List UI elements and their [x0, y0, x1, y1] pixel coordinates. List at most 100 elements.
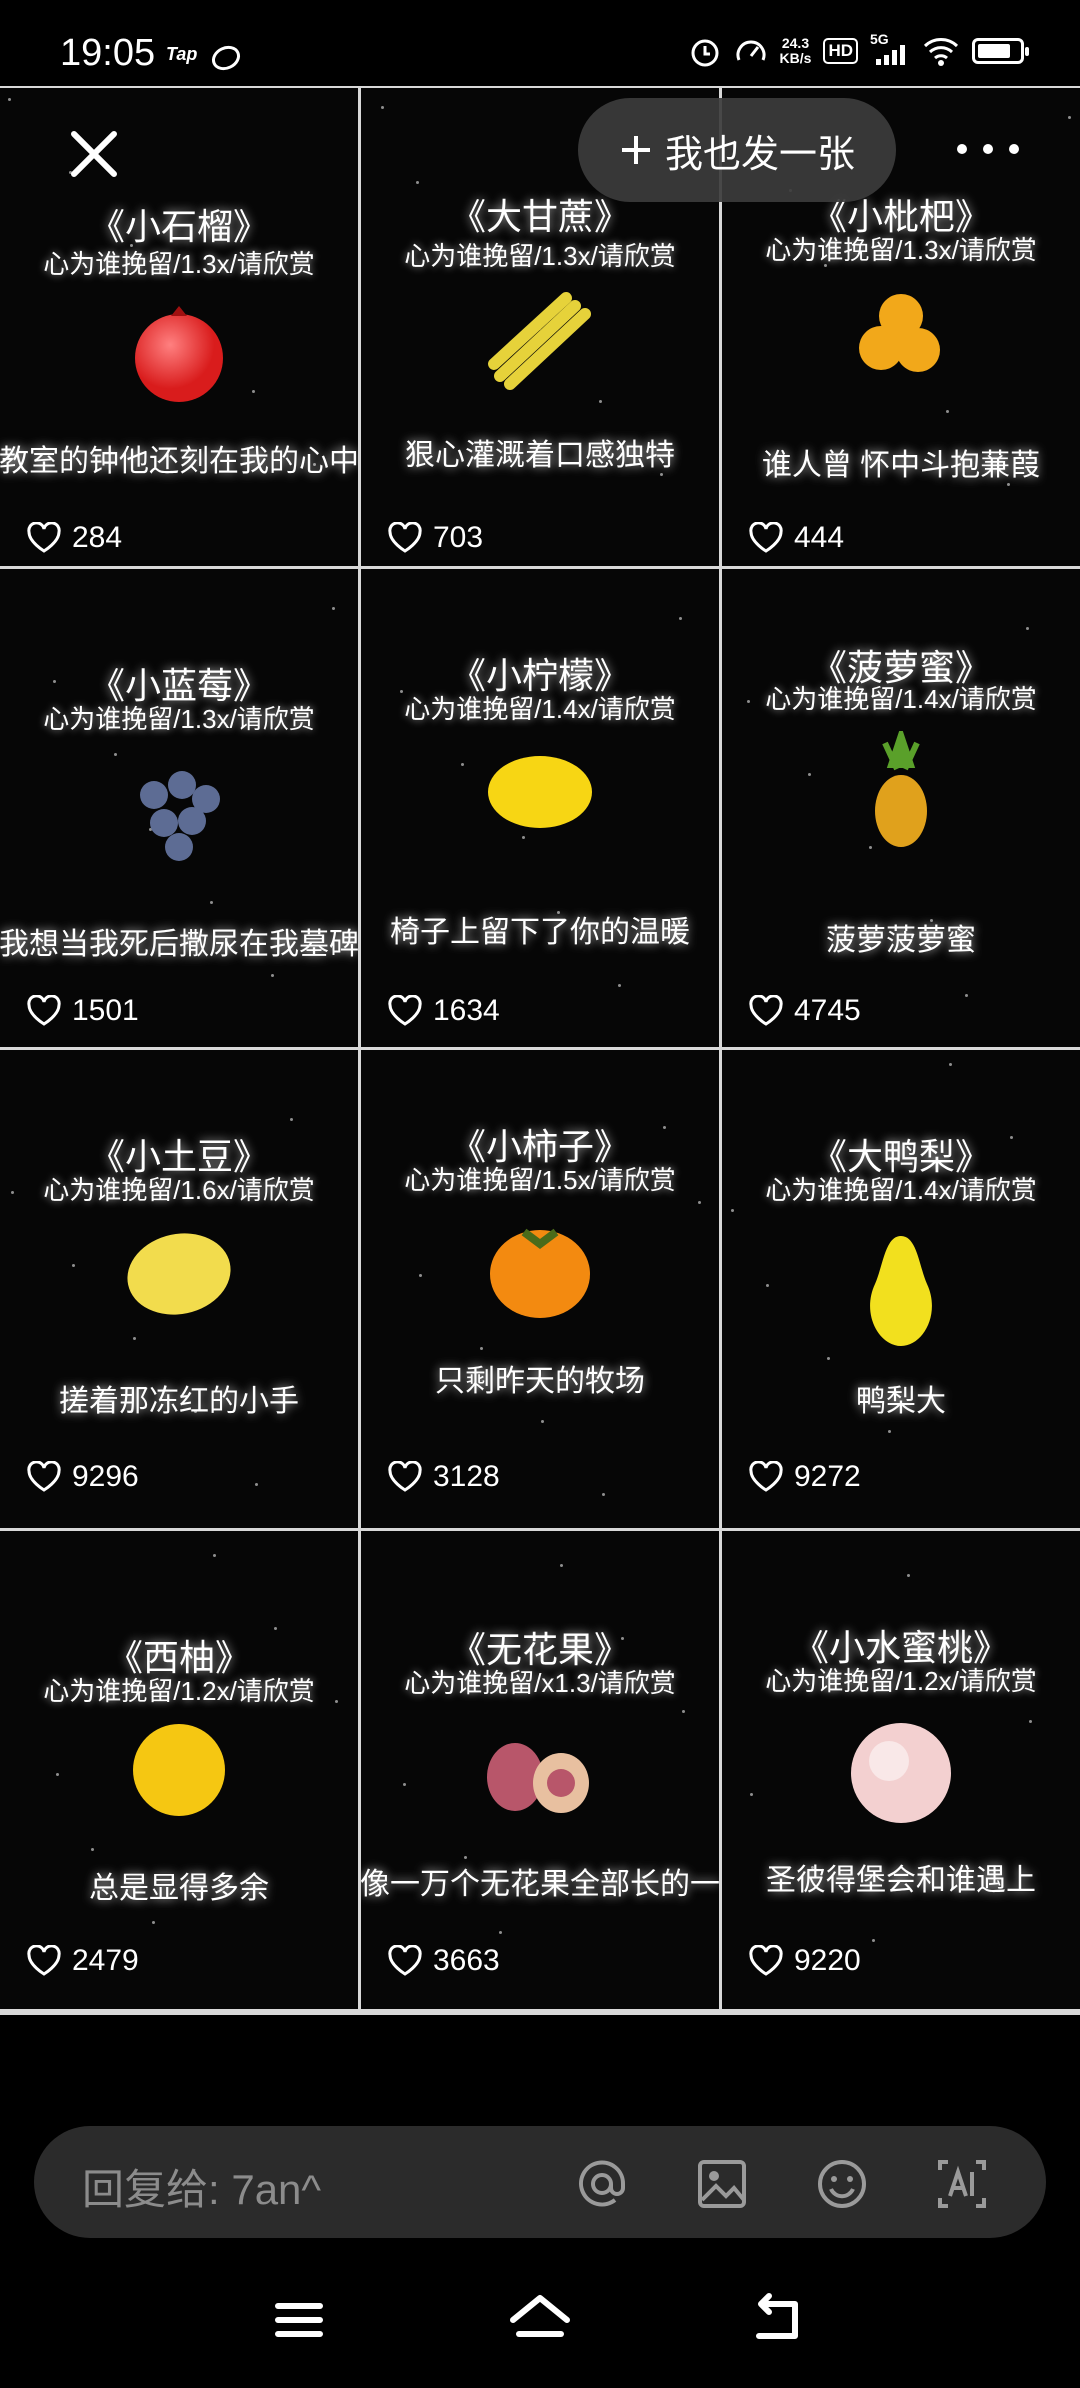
heart-icon	[749, 522, 783, 553]
snow-particle	[750, 1793, 753, 1796]
snow-particle	[618, 984, 621, 987]
snow-particle	[72, 1264, 75, 1267]
speedometer-icon	[736, 40, 766, 61]
snow-particle	[888, 1430, 891, 1433]
grid-card[interactable]: 《小柿子》 心为谁挽留/1.5x/请欣赏 只剩昨天的牧场 3128	[361, 1050, 719, 1528]
like-count[interactable]: 2479	[26, 1944, 139, 1978]
grid-card[interactable]: 《无花果》 心为谁挽留/x1.3/请欣赏 像一万个无花果全部长的一 3663	[361, 1531, 719, 2009]
like-count[interactable]: 703	[387, 521, 483, 555]
lemon-icon	[480, 747, 600, 842]
heart-icon	[388, 522, 422, 553]
app-logo-icon	[211, 45, 241, 71]
like-count-value: 284	[72, 521, 123, 554]
card-subtitle: 心为谁挽留/1.4x/请欣赏	[404, 694, 676, 724]
snow-particle	[602, 1493, 605, 1496]
like-count-value: 3663	[433, 1944, 500, 1977]
hd-badge: HD	[823, 38, 858, 64]
like-count[interactable]: 3663	[387, 1944, 500, 1978]
like-count-value: 4745	[794, 994, 861, 1027]
like-count[interactable]: 9272	[748, 1460, 861, 1494]
like-count[interactable]: 3128	[387, 1460, 500, 1494]
card-lyric: 谁人曾 怀中斗抱蒹葭	[761, 449, 1041, 482]
grid-card[interactable]: 《小土豆》 心为谁挽留/1.6x/请欣赏 搓着那冻红的小手 9296	[0, 1050, 358, 1528]
card-lyric: 狠心灌溉着口感独特	[405, 439, 675, 472]
snow-particle	[560, 1564, 563, 1567]
card-lyric: 像一万个无花果全部长的一	[361, 1868, 719, 1901]
like-count-value: 2479	[72, 1944, 139, 1977]
loquat-icon	[846, 278, 956, 393]
like-count[interactable]: 284	[26, 521, 122, 555]
grid-card[interactable]: 《小水蜜桃》 心为谁挽留/1.2x/请欣赏 圣彼得堡会和谁遇上 9220	[722, 1531, 1080, 2009]
snow-particle	[252, 390, 255, 393]
heart-icon	[27, 1461, 61, 1492]
post-one-button[interactable]: 我也发一张	[578, 98, 896, 202]
image-icon[interactable]	[694, 2156, 750, 2212]
like-count[interactable]: 1501	[26, 994, 139, 1028]
card-lyric: 菠萝菠萝蜜	[826, 924, 976, 957]
like-count-value: 9272	[794, 1460, 861, 1493]
snow-particle	[731, 1209, 734, 1212]
back-icon[interactable]	[745, 2290, 815, 2350]
snow-particle	[152, 1921, 155, 1924]
fig-icon	[475, 1717, 605, 1832]
status-bar: 19:05 Tap 24.3 KB/s HD 5G	[0, 0, 1080, 88]
heart-icon	[388, 1461, 422, 1492]
snow-particle	[381, 106, 384, 109]
like-count-value: 3128	[433, 1460, 500, 1493]
snow-particle	[114, 753, 117, 756]
home-icon[interactable]	[505, 2290, 575, 2350]
snow-particle	[682, 1710, 685, 1713]
card-lyric: 只剩昨天的牧场	[435, 1365, 645, 1398]
snow-particle	[290, 1118, 293, 1121]
snow-particle	[91, 1848, 94, 1851]
grid-card[interactable]: 《小蓝莓》 心为谁挽留/1.3x/请欣赏 我想当我死后撒尿在我墓碑 1501	[0, 569, 358, 1047]
plus-icon	[621, 136, 650, 164]
like-count[interactable]: 9296	[26, 1460, 139, 1494]
heart-icon	[749, 1945, 783, 1976]
emoji-icon[interactable]	[814, 2156, 870, 2212]
menu-icon[interactable]	[264, 2290, 334, 2350]
snow-particle	[403, 1783, 406, 1786]
snow-particle	[271, 974, 274, 977]
ai-icon[interactable]	[934, 2156, 990, 2212]
mention-icon[interactable]	[574, 2156, 630, 2212]
card-subtitle: 心为谁挽留/1.3x/请欣赏	[404, 241, 676, 271]
card-title: 《小石榴》	[88, 206, 269, 247]
snow-particle	[480, 1347, 483, 1350]
image-grid: 《小石榴》 心为谁挽留/1.3x/请欣赏 教室的钟他还刻在我的心中 284 《大甘蔗》心…	[0, 88, 1080, 2015]
status-icons: 24.3 KB/s HD 5G	[688, 31, 1029, 68]
snow-particle	[698, 1201, 701, 1204]
snow-particle	[946, 410, 949, 413]
heart-icon	[749, 1461, 783, 1492]
like-count[interactable]: 9220	[748, 1944, 861, 1978]
grid-card[interactable]: 《大鸭梨》 心为谁挽留/1.4x/请欣赏 鸭梨大 9272	[722, 1050, 1080, 1528]
wifi-icon	[923, 38, 959, 66]
card-subtitle: 心为谁挽留/1.4x/请欣赏	[765, 684, 1037, 714]
like-count-value: 1634	[433, 994, 500, 1027]
snow-particle	[965, 994, 968, 997]
snow-particle	[872, 1939, 875, 1942]
snow-particle	[416, 181, 419, 184]
card-lyric: 圣彼得堡会和谁遇上	[766, 1864, 1036, 1897]
card-lyric: 鸭梨大	[856, 1385, 946, 1418]
like-count-value: 9220	[794, 1944, 861, 1977]
grid-card[interactable]: 《菠萝蜜》 心为谁挽留/1.4x/请欣赏 菠萝菠萝蜜 4745	[722, 569, 1080, 1047]
snow-particle	[461, 763, 464, 766]
close-icon[interactable]	[64, 124, 124, 184]
snow-particle	[949, 1063, 952, 1066]
heart-icon	[749, 995, 783, 1026]
persimmon-icon	[480, 1214, 600, 1329]
grid-card[interactable]: 《小石榴》 心为谁挽留/1.3x/请欣赏 教室的钟他还刻在我的心中 284	[0, 88, 358, 566]
like-count[interactable]: 1634	[387, 994, 500, 1028]
grid-card[interactable]: 《西柚》 心为谁挽留/1.2x/请欣赏 总是显得多余 2479	[0, 1531, 358, 2009]
grid-card[interactable]: 《小柠檬》 心为谁挽留/1.4x/请欣赏 椅子上留下了你的温暖 1634	[361, 569, 719, 1047]
like-count[interactable]: 444	[748, 521, 844, 555]
snow-particle	[907, 1574, 910, 1577]
heart-icon	[27, 522, 61, 553]
like-count[interactable]: 4745	[748, 994, 861, 1028]
grapefruit-icon	[124, 1715, 234, 1830]
reply-bar[interactable]: 回复给: 7an^	[34, 2126, 1046, 2238]
reply-input[interactable]: 回复给: 7an^	[82, 2156, 321, 2217]
more-icon[interactable]	[950, 124, 1026, 174]
snow-particle	[679, 617, 682, 620]
